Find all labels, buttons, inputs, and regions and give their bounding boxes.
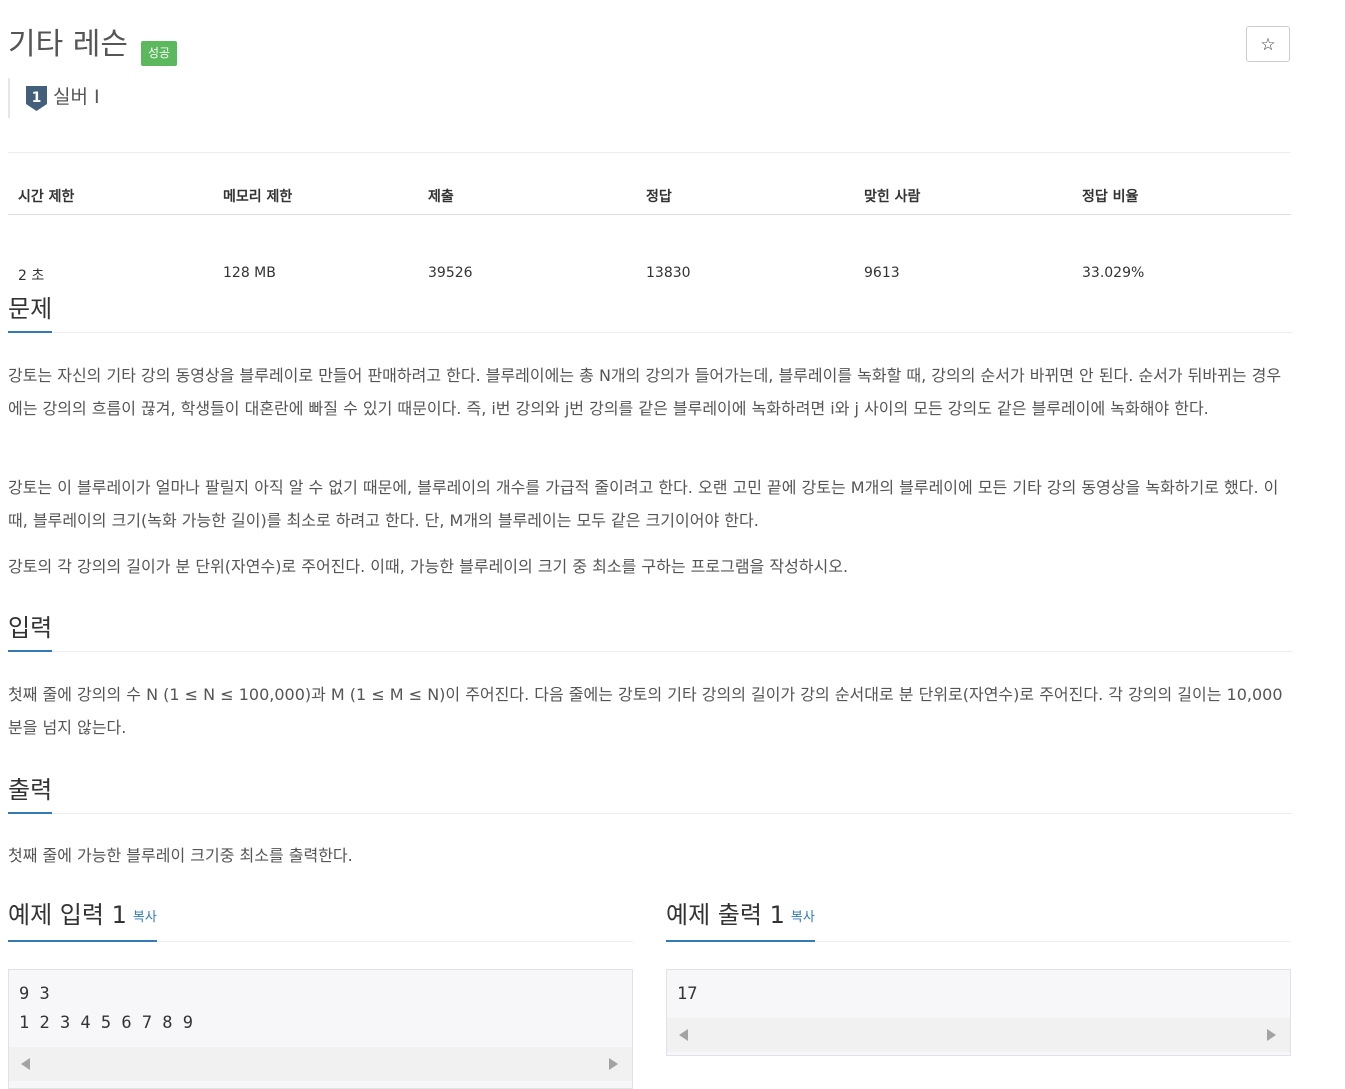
tier-info: 1 실버 I (8, 78, 100, 118)
output-heading: 출력 (8, 772, 53, 814)
value-ratio: 33.029% (1082, 265, 1145, 281)
sample-output-scrollbar[interactable] (667, 1018, 1290, 1052)
problem-info-table: 시간 제한 메모리 제한 제출 정답 맞힌 사람 정답 비율 2 초 128 M… (8, 176, 1291, 284)
scroll-left-icon[interactable] (679, 1029, 688, 1041)
sample-output-box: 17 (666, 969, 1291, 1056)
favorite-button[interactable]: ☆ (1246, 26, 1290, 62)
sample-input-scrollbar[interactable] (9, 1047, 632, 1081)
sample-output-content: 17 (677, 984, 698, 1004)
value-time-limit: 2 초 (18, 268, 45, 284)
sample-input-header: 예제 입력 1 복사 (8, 894, 633, 942)
tier-label[interactable]: 실버 I (53, 85, 100, 109)
sample-input-content: 9 3 1 2 3 4 5 6 7 8 9 (19, 984, 193, 1033)
sample-input-heading: 예제 입력 1 복사 (8, 897, 157, 942)
table-header-row: 시간 제한 메모리 제한 제출 정답 맞힌 사람 정답 비율 (8, 176, 1291, 215)
scroll-right-icon[interactable] (609, 1058, 618, 1070)
sample-output-header: 예제 출력 1 복사 (666, 894, 1291, 942)
description-paragraph: 강토는 자신의 기타 강의 동영상을 블루레이로 만들어 판매하려고 한다. 블… (8, 366, 1282, 418)
input-description: 첫째 줄에 강의의 수 N (1 ≤ N ≤ 100,000)과 M (1 ≤ … (8, 685, 1283, 737)
output-description: 첫째 줄에 가능한 블루레이 크기중 최소를 출력한다. (8, 846, 353, 865)
description-paragraph: 강토는 이 블루레이가 얼마나 팔릴지 아직 알 수 없기 때문에, 블루레이의… (8, 478, 1279, 530)
input-section-header: 입력 (8, 603, 1293, 652)
title-row: 기타 레슨 성공 ☆ (8, 26, 1293, 66)
value-memory-limit: 128 MB (223, 265, 276, 281)
description-heading: 문제 (8, 291, 53, 333)
copy-sample-output-button[interactable]: 복사 (791, 910, 815, 925)
header-time-limit: 시간 제한 (18, 189, 75, 205)
sample-output-heading: 예제 출력 1 복사 (666, 897, 815, 942)
copy-sample-input-button[interactable]: 복사 (133, 910, 157, 925)
value-accepted[interactable]: 13830 (646, 265, 691, 281)
problem-title: 기타 레슨 (8, 27, 128, 62)
output-section-header: 출력 (8, 765, 1293, 814)
value-submissions[interactable]: 39526 (428, 265, 473, 281)
star-icon: ☆ (1260, 35, 1276, 55)
silver-tier-icon: 1 (26, 86, 47, 111)
header-accepted: 정답 (646, 189, 672, 205)
table-row: 2 초 128 MB 39526 13830 9613 33.029% (8, 215, 1291, 284)
divider (8, 152, 1291, 153)
status-badge: 성공 (141, 41, 178, 66)
scroll-left-icon[interactable] (21, 1058, 30, 1070)
tier-number: 1 (32, 90, 42, 106)
sample-input-box: 9 3 1 2 3 4 5 6 7 8 9 (8, 969, 633, 1089)
header-ratio: 정답 비율 (1082, 189, 1139, 205)
description-paragraph: 강토의 각 강의의 길이가 분 단위(자연수)로 주어진다. 이때, 가능한 블… (8, 557, 849, 576)
header-memory-limit: 메모리 제한 (223, 189, 293, 205)
scroll-right-icon[interactable] (1267, 1029, 1276, 1041)
value-solvers[interactable]: 9613 (864, 265, 900, 281)
input-heading: 입력 (8, 610, 53, 652)
header-submissions: 제출 (428, 189, 454, 205)
description-section-header: 문제 (8, 284, 1293, 333)
header-solvers: 맞힌 사람 (864, 189, 921, 205)
